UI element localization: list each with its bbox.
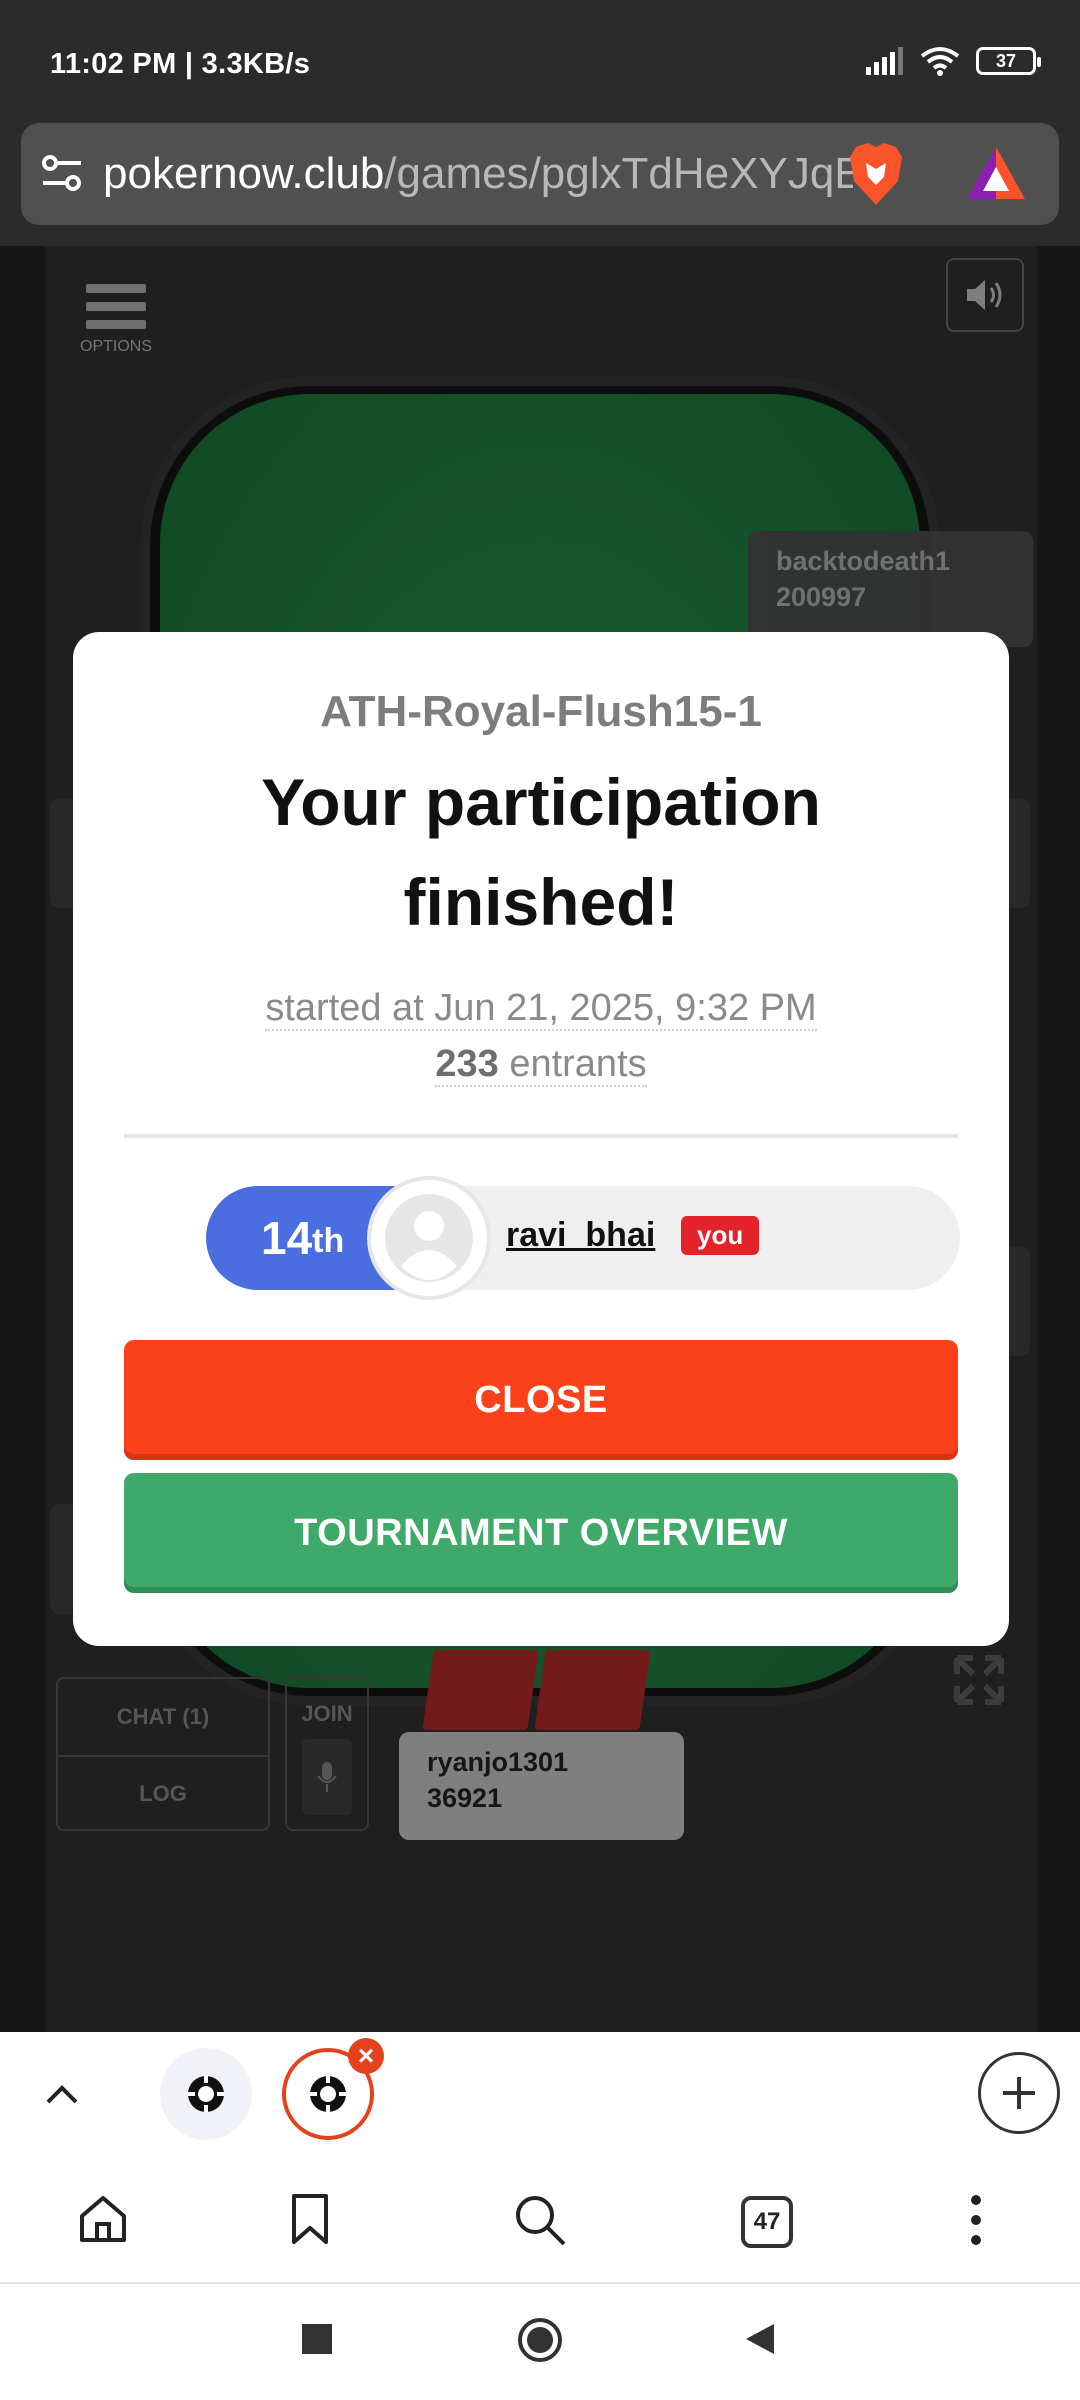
you-badge: you [681, 1216, 760, 1255]
tab-pokernow[interactable] [160, 2048, 252, 2140]
entrants-count: 233 [435, 1043, 499, 1085]
started-info: started at Jun 21, 2025, 9:32 PM [265, 987, 817, 1031]
home-nav-icon[interactable] [516, 2316, 564, 2364]
user-avatar-icon [385, 1194, 473, 1282]
recents-icon[interactable] [300, 2322, 334, 2356]
entrants-info: 233 entrants [435, 1043, 647, 1087]
tournament-meta: started at Jun 21, 2025, 9:32 PM 233 ent… [73, 980, 1009, 1092]
brave-rewards-icon[interactable] [963, 143, 1029, 203]
plus-icon [1003, 2077, 1035, 2109]
close-tab-icon[interactable]: × [348, 2038, 384, 2074]
url-path: /games/pglxTdHeXYJqEa [384, 149, 853, 198]
tab-count: 47 [753, 2208, 781, 2235]
rank-number: 14 [261, 1212, 313, 1264]
poker-chip-icon [310, 2076, 346, 2112]
status-bar: 11:02 PM | 3.3KB/s 37 [0, 0, 1080, 120]
username-link[interactable]: ravi_bhai [506, 1216, 655, 1255]
wifi-icon [920, 47, 960, 76]
url-text[interactable]: pokernow.club/games/pglxTdHeXYJqEa [103, 149, 853, 199]
new-tab-button[interactable] [978, 2052, 1060, 2134]
battery-level: 37 [995, 50, 1017, 71]
dialog-headline: Your participation finished! [261, 765, 821, 939]
url-bar[interactable]: pokernow.club/games/pglxTdHeXYJqEa [21, 123, 1059, 225]
status-time: 11:02 PM | 3.3KB/s [50, 48, 311, 80]
site-settings-icon[interactable] [41, 153, 83, 193]
tab-strip: × [0, 2032, 1080, 2162]
browser-url-area: pokernow.club/games/pglxTdHeXYJqEa [0, 120, 1080, 246]
started-at: Jun 21, 2025, 9:32 PM [434, 987, 817, 1029]
url-host: pokernow.club [103, 149, 385, 198]
chevron-up-icon[interactable] [42, 2074, 82, 2114]
player-rank-row: 14th ravi_bhai you [206, 1180, 960, 1296]
bookmark-icon[interactable] [288, 2192, 332, 2246]
divider [124, 1134, 958, 1138]
battery-icon: 37 [976, 47, 1041, 75]
back-icon[interactable] [744, 2322, 776, 2356]
search-icon[interactable] [512, 2192, 568, 2248]
status-icons: 37 [864, 46, 1041, 76]
poker-chip-icon [188, 2076, 224, 2112]
rank-suffix: th [312, 1222, 345, 1260]
tab-pokernow-active[interactable]: × [282, 2038, 384, 2140]
brave-shields-icon[interactable] [846, 141, 906, 207]
more-menu-icon[interactable] [964, 2192, 988, 2248]
avatar [371, 1180, 487, 1296]
entrants-label: entrants [498, 1043, 647, 1085]
home-icon[interactable] [76, 2192, 130, 2246]
android-nav-bar [0, 2282, 1080, 2400]
tournament-result-dialog: ATH-Royal-Flush15-1 Your participation f… [73, 632, 1009, 1646]
close-button[interactable]: CLOSE [124, 1340, 958, 1460]
signal-icon [866, 47, 903, 75]
browser-toolbar: 47 [0, 2162, 1080, 2282]
tournament-name: ATH-Royal-Flush15-1 [320, 687, 762, 736]
tournament-overview-button[interactable]: TOURNAMENT OVERVIEW [124, 1473, 958, 1593]
started-prefix: started at [265, 987, 435, 1029]
tab-count-button[interactable]: 47 [741, 2196, 793, 2248]
